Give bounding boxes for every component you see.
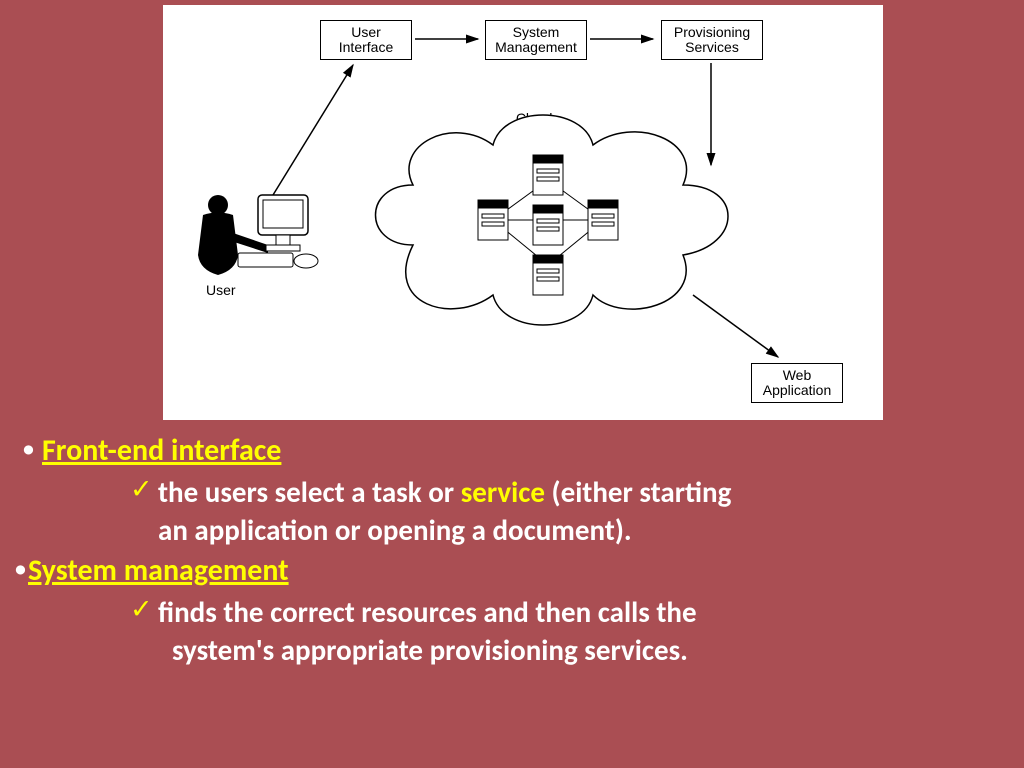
box-provisioning-services: Provisioning Services [661,20,763,60]
p2-line1: finds the correct resources and then cal… [158,594,697,630]
check-icon: ✓ [130,594,153,625]
diagram-graphics [163,5,883,420]
architecture-diagram: User Interface System Management Provisi… [163,5,883,420]
box-user-interface: User Interface [320,20,412,60]
box-web-application: Web Application [751,363,843,403]
check-icon: ✓ [130,474,153,505]
p1-line1: the users select a task or service (eith… [158,474,731,510]
p1c: (either starting [545,474,731,510]
cloud-label: Cloud Servers [510,111,558,142]
monitor-icon [238,195,318,268]
p1b-highlight: service [461,474,545,510]
bullet-dot-icon: • [22,432,35,464]
user-icon [198,195,268,275]
user-label: User [206,282,236,298]
p2-line2: system's appropriate provisioning servic… [172,632,688,668]
bullet-dot-icon: • [14,552,27,584]
p1-line2: an application or opening a document). [158,512,632,548]
heading-frontend: Front-end interface [42,432,281,469]
p1a: the users select a task or [158,474,461,510]
heading-system-management: System management [28,552,289,589]
box-system-management: System Management [485,20,587,60]
